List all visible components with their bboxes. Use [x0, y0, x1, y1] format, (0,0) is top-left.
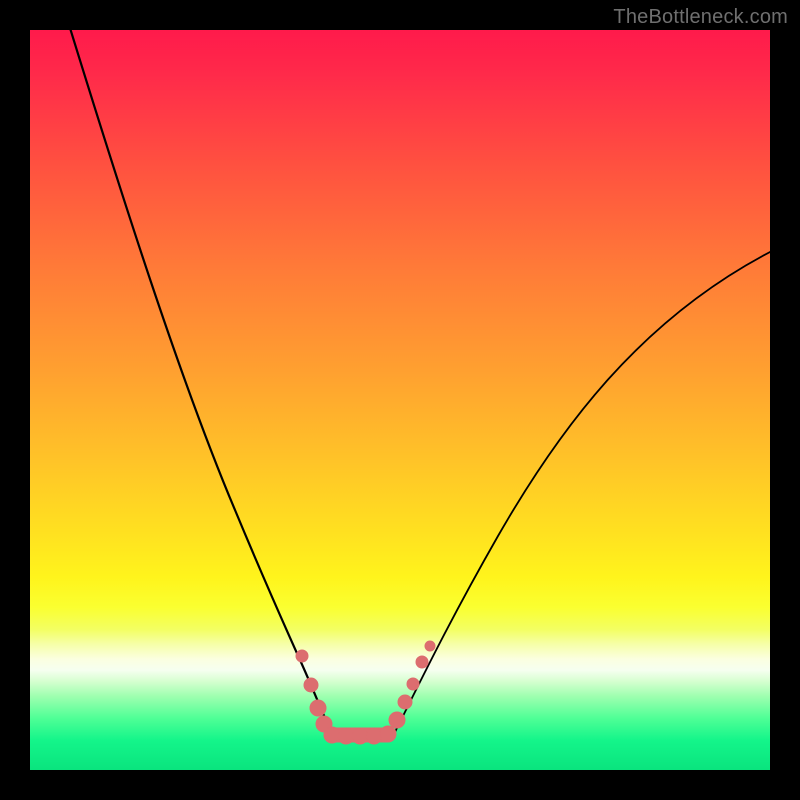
plot-background	[30, 30, 770, 770]
bottleneck-chart	[0, 0, 800, 800]
watermark-text: TheBottleneck.com	[613, 6, 788, 29]
chart-stage: TheBottleneck.com	[0, 0, 800, 800]
